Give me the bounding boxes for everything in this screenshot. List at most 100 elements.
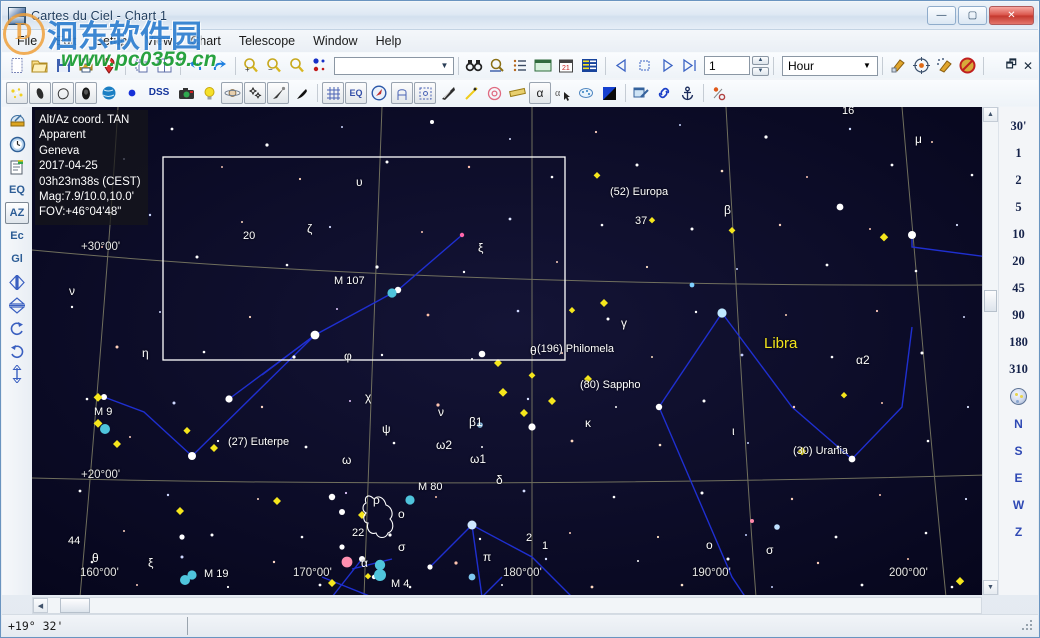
open-file-icon[interactable] [29, 55, 51, 77]
equatorial-coord-button[interactable]: EQ [5, 179, 29, 201]
planetarium-icon[interactable] [575, 82, 597, 104]
chart-properties-icon[interactable] [5, 156, 29, 178]
moon-phase-button[interactable] [1002, 383, 1036, 410]
telescope-stop-icon[interactable] [956, 55, 978, 77]
horizon-icon[interactable] [532, 55, 554, 77]
sky-canvas[interactable]: Alt/Az coord. TAN Apparent Geneva 2017-0… [32, 107, 982, 595]
play-time-icon[interactable] [656, 55, 678, 77]
day-night-icon[interactable] [598, 82, 620, 104]
maximize-button[interactable]: ▢ [958, 6, 987, 25]
equatorial-grid-icon[interactable]: EQ [345, 82, 367, 104]
scroll-up-icon[interactable]: ▲ [983, 107, 998, 122]
print-icon[interactable] [75, 55, 97, 77]
mdi-close-button[interactable]: ✕ [1023, 59, 1033, 73]
new-chart-icon[interactable] [6, 55, 28, 77]
time-step-spinner[interactable]: ▲ ▼ [752, 55, 769, 76]
menu-item-window[interactable]: Window [304, 32, 366, 50]
menu-item-edit[interactable]: Edit [46, 32, 86, 50]
comet-icon[interactable] [267, 82, 289, 104]
calendar-icon[interactable]: 21 [555, 55, 577, 77]
camera-icon[interactable] [175, 82, 197, 104]
menu-item-setup[interactable]: Setup [86, 32, 137, 50]
observatory-icon[interactable] [5, 110, 29, 132]
redo-icon[interactable] [208, 55, 230, 77]
save-icon[interactable] [52, 55, 74, 77]
zoom-scale-1[interactable]: 1 [1002, 140, 1036, 167]
mdi-restore-button[interactable]: 🗗 [1006, 55, 1017, 76]
nebula-outline-icon[interactable] [52, 82, 74, 104]
zoom-scale-5[interactable]: 5 [1002, 194, 1036, 221]
step-backward-icon[interactable] [610, 55, 632, 77]
constellation-art-icon[interactable] [391, 82, 413, 104]
dot-icon[interactable] [121, 82, 143, 104]
zoom-scale-90[interactable]: 90 [1002, 302, 1036, 329]
solar-system-icon[interactable] [221, 82, 243, 104]
undo-icon[interactable] [185, 55, 207, 77]
object-search-combo[interactable]: ▼ [334, 56, 454, 75]
galactic-coord-button[interactable]: Gl [5, 248, 29, 270]
dss-image-icon[interactable]: DSS [144, 82, 174, 104]
direction-north-button[interactable]: N [1002, 410, 1036, 437]
zoom-scale-45[interactable]: 45 [1002, 275, 1036, 302]
clock-icon[interactable] [5, 133, 29, 155]
sky-chart-area[interactable]: Alt/Az coord. TAN Apparent Geneva 2017-0… [32, 107, 982, 595]
fast-forward-icon[interactable] [679, 55, 701, 77]
location-pin-icon[interactable] [98, 55, 120, 77]
telescope-slew-icon[interactable] [933, 55, 955, 77]
menu-item-help[interactable]: Help [367, 32, 411, 50]
star-line-icon[interactable] [460, 82, 482, 104]
spinner-up-icon[interactable]: ▲ [752, 55, 769, 65]
menu-item-telescope[interactable]: Telescope [230, 32, 304, 50]
nebula-icon[interactable] [29, 82, 51, 104]
chart-horizontal-scrollbar[interactable]: ◀ [32, 597, 982, 614]
zoom-scale-30min[interactable]: 30' [1002, 113, 1036, 140]
time-unit-select[interactable]: Hour ▼ [782, 55, 878, 76]
horizontal-scroll-thumb[interactable] [60, 598, 90, 613]
zoom-out-icon[interactable]: − [263, 55, 285, 77]
menu-item-chart[interactable]: Chart [181, 32, 230, 50]
menu-item-view[interactable]: View [136, 32, 181, 50]
chart-vertical-scrollbar[interactable]: ▲ ▼ [982, 107, 998, 595]
direction-west-button[interactable]: W [1002, 491, 1036, 518]
ecliptic-icon[interactable] [483, 82, 505, 104]
telescope-connect-icon[interactable] [887, 55, 909, 77]
zoom-scale-20[interactable]: 20 [1002, 248, 1036, 275]
lightbulb-icon[interactable] [198, 82, 220, 104]
minimize-button[interactable]: — [927, 6, 956, 25]
zoom-scale-180[interactable]: 180 [1002, 329, 1036, 356]
asteroid-icon[interactable] [244, 82, 266, 104]
rotate-right-icon[interactable] [5, 317, 29, 339]
table-icon[interactable] [578, 55, 600, 77]
scroll-left-icon[interactable]: ◀ [33, 598, 48, 613]
alpha-cursor-icon[interactable]: α [552, 82, 574, 104]
flip-horizontal-icon[interactable] [5, 271, 29, 293]
find-object-icon[interactable] [463, 55, 485, 77]
paste-icon[interactable] [153, 55, 175, 77]
ecliptic-coord-button[interactable]: Ec [5, 225, 29, 247]
alpha-label-icon[interactable]: α [529, 82, 551, 104]
telescope-target-icon[interactable] [910, 55, 932, 77]
rotate-left-icon[interactable] [5, 340, 29, 362]
menu-item-file[interactable]: File [8, 32, 46, 50]
link-icon[interactable] [653, 82, 675, 104]
zoom-scale-2[interactable]: 2 [1002, 167, 1036, 194]
spinner-down-icon[interactable]: ▼ [752, 66, 769, 76]
marker-icon[interactable] [708, 82, 730, 104]
chart-window-icon[interactable] [630, 82, 652, 104]
scroll-down-icon[interactable]: ▼ [983, 580, 998, 595]
ruler-icon[interactable] [506, 82, 528, 104]
direction-east-button[interactable]: E [1002, 464, 1036, 491]
zoom-in-icon[interactable]: + [240, 55, 262, 77]
resize-grip-icon[interactable] [1021, 619, 1035, 633]
meteor-icon[interactable] [290, 82, 312, 104]
close-button[interactable]: ✕ [989, 6, 1034, 25]
stars-icon[interactable] [6, 82, 28, 104]
zenith-icon[interactable] [5, 363, 29, 385]
anchor-icon[interactable] [676, 82, 698, 104]
zoom-scale-10[interactable]: 10 [1002, 221, 1036, 248]
search-zoom-icon[interactable] [486, 55, 508, 77]
vertical-scroll-thumb[interactable] [984, 290, 997, 312]
azimuthal-coord-button[interactable]: AZ [5, 202, 29, 224]
vertical-scroll-track[interactable] [983, 122, 998, 580]
compass-icon[interactable] [368, 82, 390, 104]
